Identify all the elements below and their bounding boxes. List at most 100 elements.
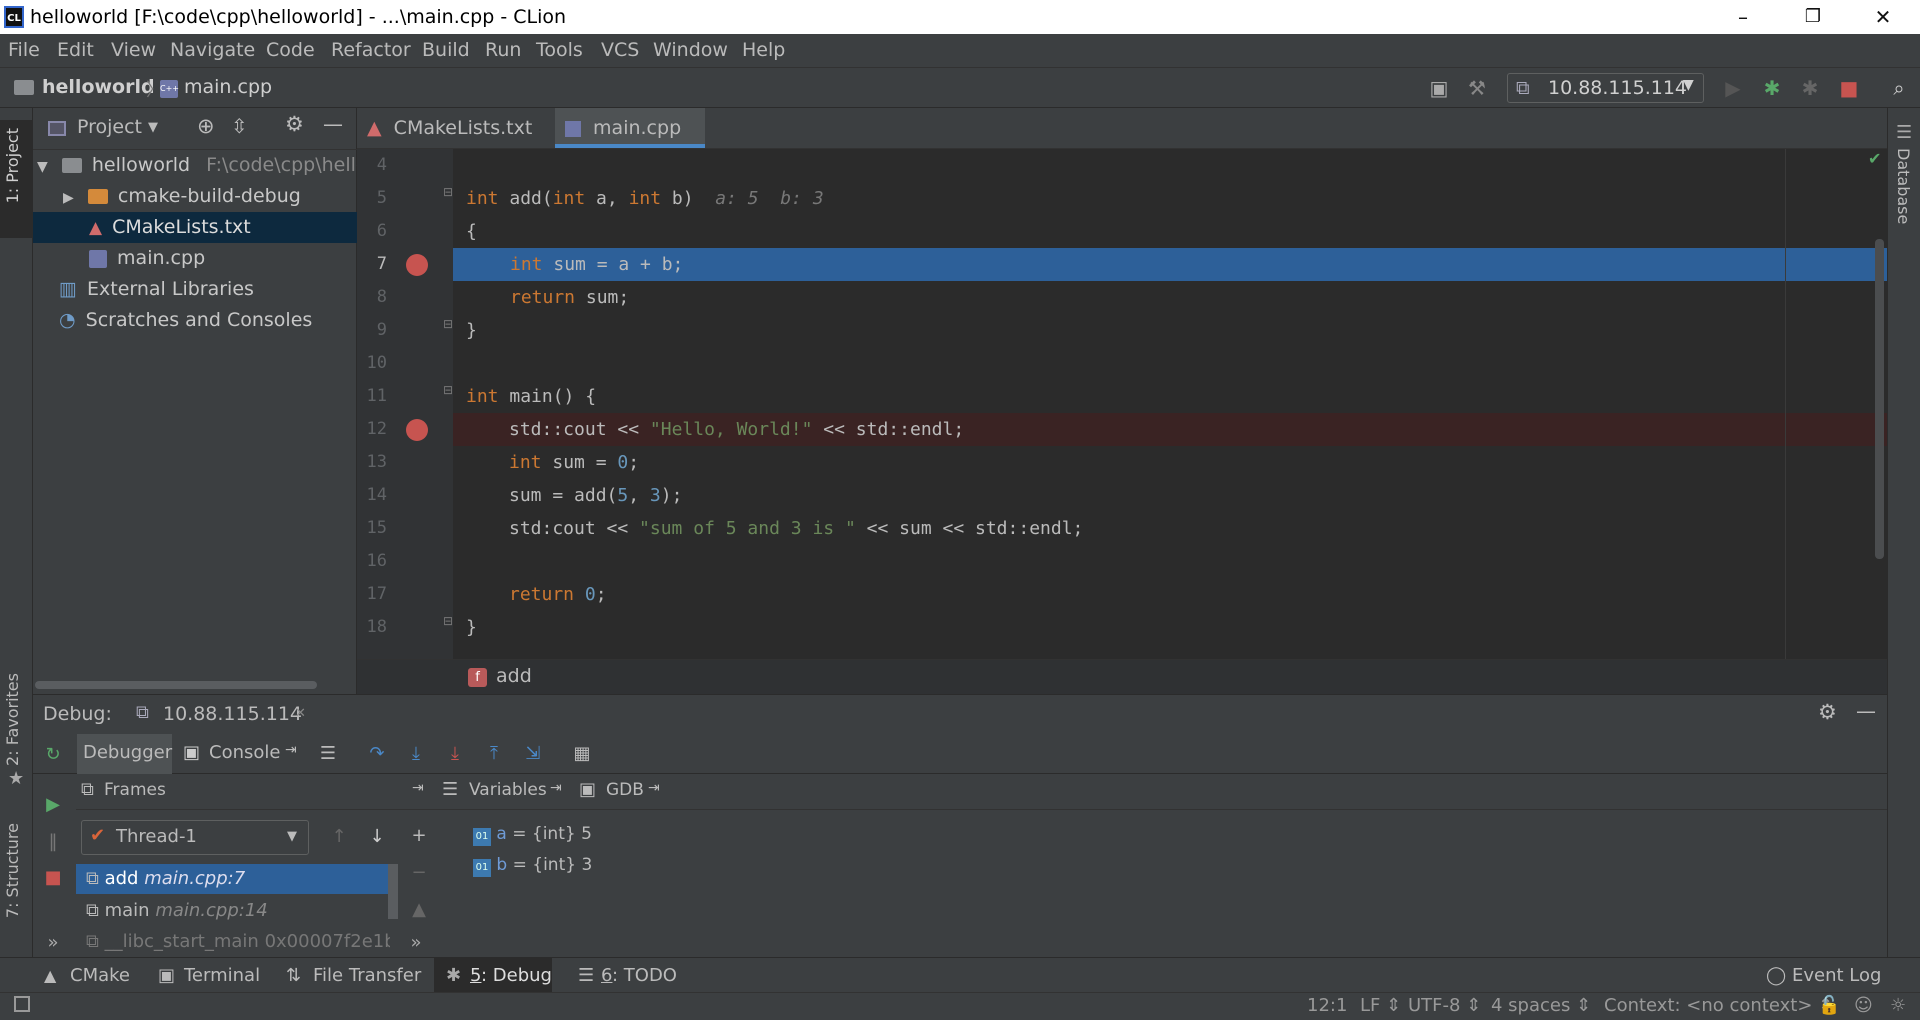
resolve-context[interactable]: Context: <no context> ⇕ [1604,995,1833,1016]
tab-variables[interactable]: Variables [469,780,547,800]
breadcrumb-project[interactable]: helloworld [42,76,155,98]
menu-navigate[interactable]: Navigate [170,39,255,61]
step-into-icon[interactable]: ⤓ [405,743,427,765]
stop-icon[interactable]: ■ [42,867,64,889]
menu-vcs[interactable]: VCS [601,39,639,61]
frames-scrollbar[interactable] [388,864,398,919]
breakpoint-icon[interactable] [406,254,428,276]
tree-item-main-cpp[interactable]: main.cpp [33,243,357,274]
file-encoding[interactable]: UTF-8 ⇕ [1408,995,1481,1016]
menu-refactor[interactable]: Refactor [331,39,411,61]
tool-tab-project[interactable]: 1: Project [3,128,22,203]
project-view-title[interactable]: Project [77,116,142,138]
tool-tab-structure[interactable]: 7: Structure [3,823,22,918]
tree-item-external-libraries[interactable]: ▥ External Libraries [33,274,357,305]
menu-run[interactable]: Run [485,39,521,61]
fold-marker-icon[interactable]: ⊟ [443,185,453,199]
hide-panel-icon[interactable]: — [323,112,343,136]
more-actions-icon[interactable]: » [42,932,64,954]
step-out-icon[interactable]: ⤒ [483,743,505,765]
arrow-up-icon[interactable]: ↑ [328,826,350,848]
tool-tab-favorites[interactable]: 2: Favorites [3,673,22,766]
menu-edit[interactable]: Edit [57,39,94,61]
resume-icon[interactable]: ▶ [42,794,64,816]
tree-item-scratches[interactable]: ◔ Scratches and Consoles [33,305,357,336]
collapse-all-icon[interactable]: ⇳ [231,114,248,138]
window-layout-icon[interactable]: ▣ [1427,76,1451,100]
attach-debugger-icon[interactable]: ✱ [1798,76,1822,100]
tool-tab-debug-active[interactable]: ✱ 5 : Debug [434,958,552,993]
menu-tools[interactable]: Tools [536,39,583,61]
tab-main-cpp-active[interactable]: main.cpp ✕ [555,108,705,178]
maximize-button[interactable]: ❐ [1784,0,1842,34]
locate-file-icon[interactable]: ⊕ [197,114,215,138]
breadcrumb-file[interactable]: main.cpp [184,76,272,98]
variable-row[interactable]: 01 b = {int} 3 [473,851,592,879]
minimize-button[interactable]: – [1714,0,1772,34]
step-over-icon[interactable]: ↷ [366,743,388,765]
menu-help[interactable]: Help [742,39,785,61]
fold-marker-icon[interactable]: ⊟ [443,317,453,331]
show-execution-point-icon[interactable]: ☰ [317,743,339,765]
pin-tab-icon[interactable]: ⇥ [285,742,297,758]
tree-item-cmake-build-debug[interactable]: ▶ cmake-build-debug [33,181,357,212]
move-up-icon[interactable]: ▲ [408,899,430,921]
run-to-cursor-icon[interactable]: ⇲ [522,743,544,765]
tab-console[interactable]: Console [209,742,280,763]
force-step-into-icon[interactable]: ⤓ [444,743,466,765]
inspector-icon[interactable]: ☺ [1854,995,1873,1016]
tool-tab-terminal[interactable]: Terminal [184,958,260,993]
tree-item-cmakelists-selected[interactable]: ▲ CMakeLists.txt [33,212,357,243]
indent-setting[interactable]: 4 spaces ⇕ [1491,995,1591,1016]
tool-tab-todo[interactable]: : TODO [612,958,677,993]
horizontal-scrollbar[interactable] [35,681,317,689]
breakpoint-icon[interactable] [406,419,428,441]
remove-watch-icon[interactable]: − [408,862,430,884]
evaluate-expression-icon[interactable]: ▦ [571,743,593,765]
pin-tab-icon[interactable]: ⇥ [412,780,424,796]
arrow-down-icon[interactable]: ↓ [366,826,388,848]
settings-gear-icon[interactable]: ⚙ [285,112,304,136]
menu-view[interactable]: View [111,39,156,61]
chevron-down-icon[interactable]: ▼ [148,120,158,135]
fold-marker-icon[interactable]: ⊟ [443,383,453,397]
thread-select[interactable]: ✔ Thread-1 ▼ [81,820,309,855]
caret-position[interactable]: 12:1 [1307,995,1347,1016]
context-function-name[interactable]: add [496,665,532,687]
menu-build[interactable]: Build [422,39,470,61]
toggle-tool-windows-icon[interactable] [14,996,30,1012]
frame-row-selected[interactable]: ⧉ add main.cpp:7 [76,864,390,894]
code-editor[interactable]: int add(int a, int b) a: 5 b: 3 { int su… [453,149,1887,659]
debug-bug-icon[interactable]: ✱ [1760,76,1784,100]
settings-gear-icon[interactable]: ⚙ [1818,700,1837,724]
lock-icon[interactable]: 🔓 [1818,995,1840,1016]
close-button[interactable]: ✕ [1854,0,1912,34]
run-configuration-select[interactable]: ⧉ 10.88.115.114 ▼ [1507,73,1704,103]
tab-cmakelists[interactable]: ▲ CMakeLists.txt ✕ [357,108,554,178]
rerun-icon[interactable]: ↻ [42,744,64,766]
pin-tab-icon[interactable]: ⇥ [550,780,562,796]
tool-tab-cmake[interactable]: CMake [70,958,130,993]
hide-panel-icon[interactable]: — [1856,699,1876,723]
frame-row[interactable]: ⧉ __libc_start_main 0x00007f2e1bdc [76,927,390,957]
variable-row[interactable]: 01 a = {int} 5 [473,820,592,848]
search-everywhere-icon[interactable]: ⌕ [1887,76,1911,100]
run-icon[interactable]: ▶ [1721,76,1745,100]
tool-tab-database[interactable]: Database [1894,148,1913,224]
notifications-icon[interactable]: ☼ [1890,995,1906,1016]
frame-row[interactable]: ⧉ main main.cpp:14 [76,896,390,926]
close-session-icon[interactable]: ✕ [295,706,306,721]
tool-tab-file-transfer[interactable]: File Transfer [313,958,421,993]
menu-file[interactable]: File [8,39,40,61]
tree-item-helloworld[interactable]: ▼ helloworld F:\code\cpp\hellow [33,150,357,181]
fold-marker-icon[interactable]: ⊟ [443,614,453,628]
more-icon[interactable]: » [405,932,427,954]
debug-session-tab[interactable]: 10.88.115.114 [163,703,302,725]
menu-code[interactable]: Code [266,39,315,61]
menu-window[interactable]: Window [653,39,728,61]
tab-gdb[interactable]: GDB [606,780,644,800]
add-watch-icon[interactable]: + [408,825,430,847]
line-separator[interactable]: LF ⇕ [1360,995,1401,1016]
build-hammer-icon[interactable]: ⚒ [1465,76,1489,100]
editor-gutter[interactable]: 4 5 6 7 8 9 10 11 12 13 14 15 16 17 18 ⊟… [357,149,453,659]
